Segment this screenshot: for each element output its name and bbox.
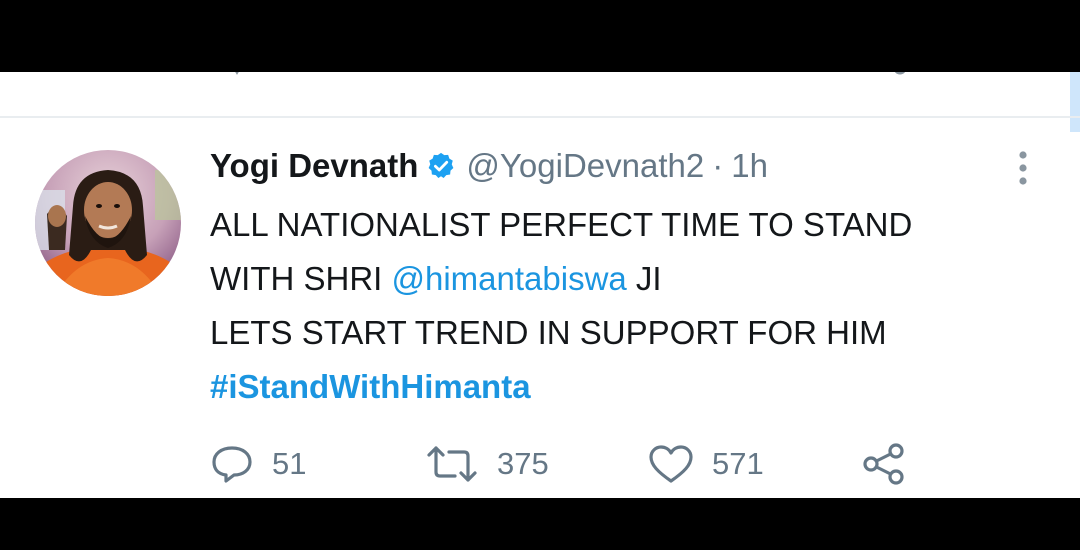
like-count: 571 <box>712 446 764 481</box>
hashtag-link[interactable]: #iStandWithHimanta <box>210 360 1050 414</box>
reply-count: 51 <box>272 446 307 481</box>
reply-button[interactable]: 51 <box>210 442 306 486</box>
retweet-button[interactable]: 375 <box>425 442 549 486</box>
tweet-divider <box>0 116 1080 118</box>
retweet-icon[interactable] <box>430 72 470 78</box>
reply-icon <box>212 446 252 483</box>
display-name[interactable]: Yogi Devnath <box>210 147 418 185</box>
tweet-text: ALL NATIONALIST PERFECT TIME TO STAND WI… <box>210 198 1050 414</box>
verified-badge-icon <box>429 152 454 178</box>
screenshot-frame: Yogi Devnath @YogiDevnath2 · 1h ALL NATI… <box>0 0 1080 550</box>
tweet-actions: 51 375 571 <box>210 442 930 486</box>
tweet-text-segment: JI <box>626 260 662 297</box>
tweet-screen: Yogi Devnath @YogiDevnath2 · 1h ALL NATI… <box>0 72 1080 498</box>
tweet-text-line: WITH SHRI @himantabiswa JI <box>210 252 1050 306</box>
scrollbar[interactable] <box>1070 72 1080 132</box>
retweet-count: 375 <box>497 446 549 481</box>
like-icon <box>649 445 693 483</box>
share-button[interactable] <box>862 442 906 486</box>
tweet-text-line: ALL NATIONALIST PERFECT TIME TO STAND <box>210 206 913 243</box>
tweet-text-line: LETS START TREND IN SUPPORT FOR HIM <box>210 314 887 351</box>
share-icon[interactable] <box>890 72 910 78</box>
user-handle[interactable]: @YogiDevnath2 <box>466 147 704 185</box>
like-button[interactable]: 571 <box>648 442 764 486</box>
more-options-icon[interactable] <box>1012 150 1034 186</box>
tweet-text-segment: WITH SHRI <box>210 260 392 297</box>
share-icon <box>863 443 904 485</box>
like-icon[interactable] <box>660 72 690 78</box>
tweet-header: Yogi Devnath @YogiDevnath2 · 1h <box>210 146 768 186</box>
previous-tweet-actions-cropped <box>0 72 1080 84</box>
retweet-icon <box>427 446 477 482</box>
mention-link[interactable]: @himantabiswa <box>391 260 626 297</box>
separator-dot: · <box>712 147 724 184</box>
reply-icon[interactable] <box>230 72 244 78</box>
timestamp[interactable]: 1h <box>731 147 768 185</box>
avatar[interactable] <box>35 150 181 296</box>
